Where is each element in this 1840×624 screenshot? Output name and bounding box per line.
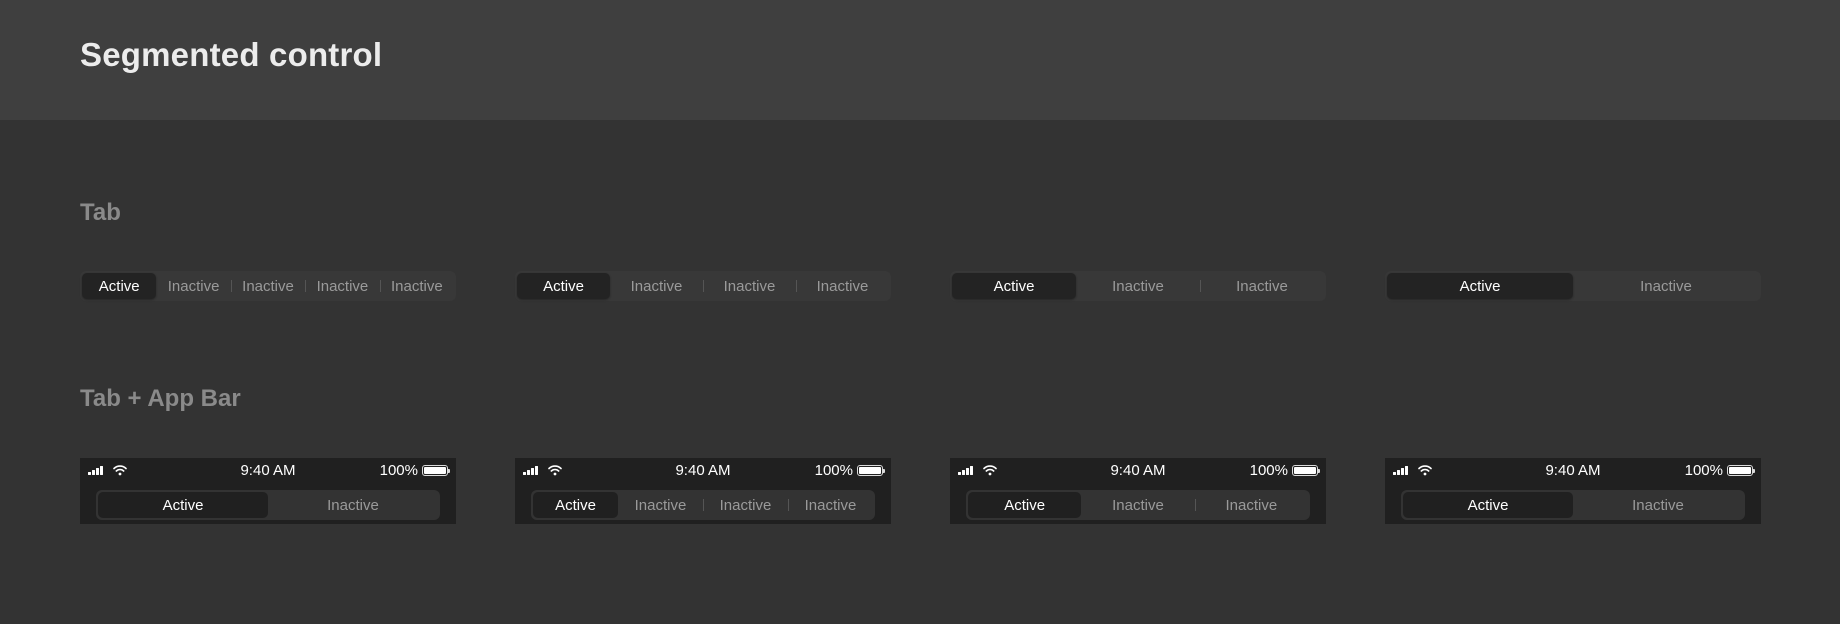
segment-active[interactable]: Active [98, 492, 268, 518]
battery-icon [857, 465, 885, 476]
segment-inactive[interactable]: Inactive [1573, 273, 1759, 299]
battery-icon [1727, 465, 1755, 476]
segment-active[interactable]: Active [1403, 492, 1573, 518]
status-bar: 9:40 AM 100% [950, 458, 1326, 482]
segmented-control-5: Active Inactive Inactive Inactive Inacti… [80, 271, 456, 301]
segmented-control: Active Inactive Inactive [966, 490, 1310, 520]
segment-inactive[interactable]: Inactive [305, 273, 379, 299]
segmented-control-3: Active Inactive Inactive [950, 271, 1326, 301]
battery-icon [1292, 465, 1320, 476]
segmented-control: Active Inactive [1401, 490, 1745, 520]
segment-inactive[interactable]: Inactive [703, 273, 796, 299]
segment-inactive[interactable]: Inactive [788, 492, 873, 518]
battery-percent: 100% [379, 462, 418, 479]
segment-inactive[interactable]: Inactive [156, 273, 230, 299]
section-title-tab-appbar: Tab + App Bar [80, 385, 241, 412]
segment-inactive[interactable]: Inactive [230, 273, 305, 299]
segment-inactive[interactable]: Inactive [610, 273, 703, 299]
segment-inactive[interactable]: Inactive [703, 492, 788, 518]
segment-inactive[interactable]: Inactive [379, 273, 454, 299]
segment-inactive[interactable]: Inactive [796, 273, 889, 299]
segment-active[interactable]: Active [1387, 273, 1573, 299]
segment-active[interactable]: Active [952, 273, 1076, 299]
segment-active[interactable]: Active [533, 492, 618, 518]
segmented-control: Active Inactive Inactive Inactive [531, 490, 875, 520]
segment-inactive[interactable]: Inactive [1573, 492, 1743, 518]
segment-active[interactable]: Active [968, 492, 1082, 518]
status-bar: 9:40 AM 100% [515, 458, 891, 482]
segment-active[interactable]: Active [82, 273, 157, 299]
battery-percent: 100% [1249, 462, 1288, 479]
segmented-control-2: Active Inactive [1385, 271, 1761, 301]
app-bar: 9:40 AM 100% Active Inactive Inactive [950, 458, 1326, 524]
app-bar: 9:40 AM 100% Active Inactive [80, 458, 456, 524]
segment-inactive[interactable]: Inactive [1200, 273, 1324, 299]
app-bar: 9:40 AM 100% Active Inactive [1385, 458, 1761, 524]
segment-inactive[interactable]: Inactive [1081, 492, 1194, 518]
segment-inactive[interactable]: Inactive [268, 492, 438, 518]
segmented-control-4: Active Inactive Inactive Inactive [515, 271, 891, 301]
segment-inactive[interactable]: Inactive [1194, 492, 1308, 518]
status-bar: 9:40 AM 100% [1385, 458, 1761, 482]
page-header: Segmented control [0, 0, 1840, 120]
segment-active[interactable]: Active [517, 273, 610, 299]
battery-icon [422, 465, 450, 476]
battery-percent: 100% [814, 462, 853, 479]
battery-percent: 100% [1684, 462, 1723, 479]
page-title: Segmented control [80, 36, 383, 73]
section-title-tab: Tab [80, 199, 121, 226]
segment-inactive[interactable]: Inactive [1076, 273, 1200, 299]
app-bar: 9:40 AM 100% Active Inactive Inactive In… [515, 458, 891, 524]
status-bar: 9:40 AM 100% [80, 458, 456, 482]
segment-inactive[interactable]: Inactive [618, 492, 703, 518]
segmented-control: Active Inactive [96, 490, 440, 520]
